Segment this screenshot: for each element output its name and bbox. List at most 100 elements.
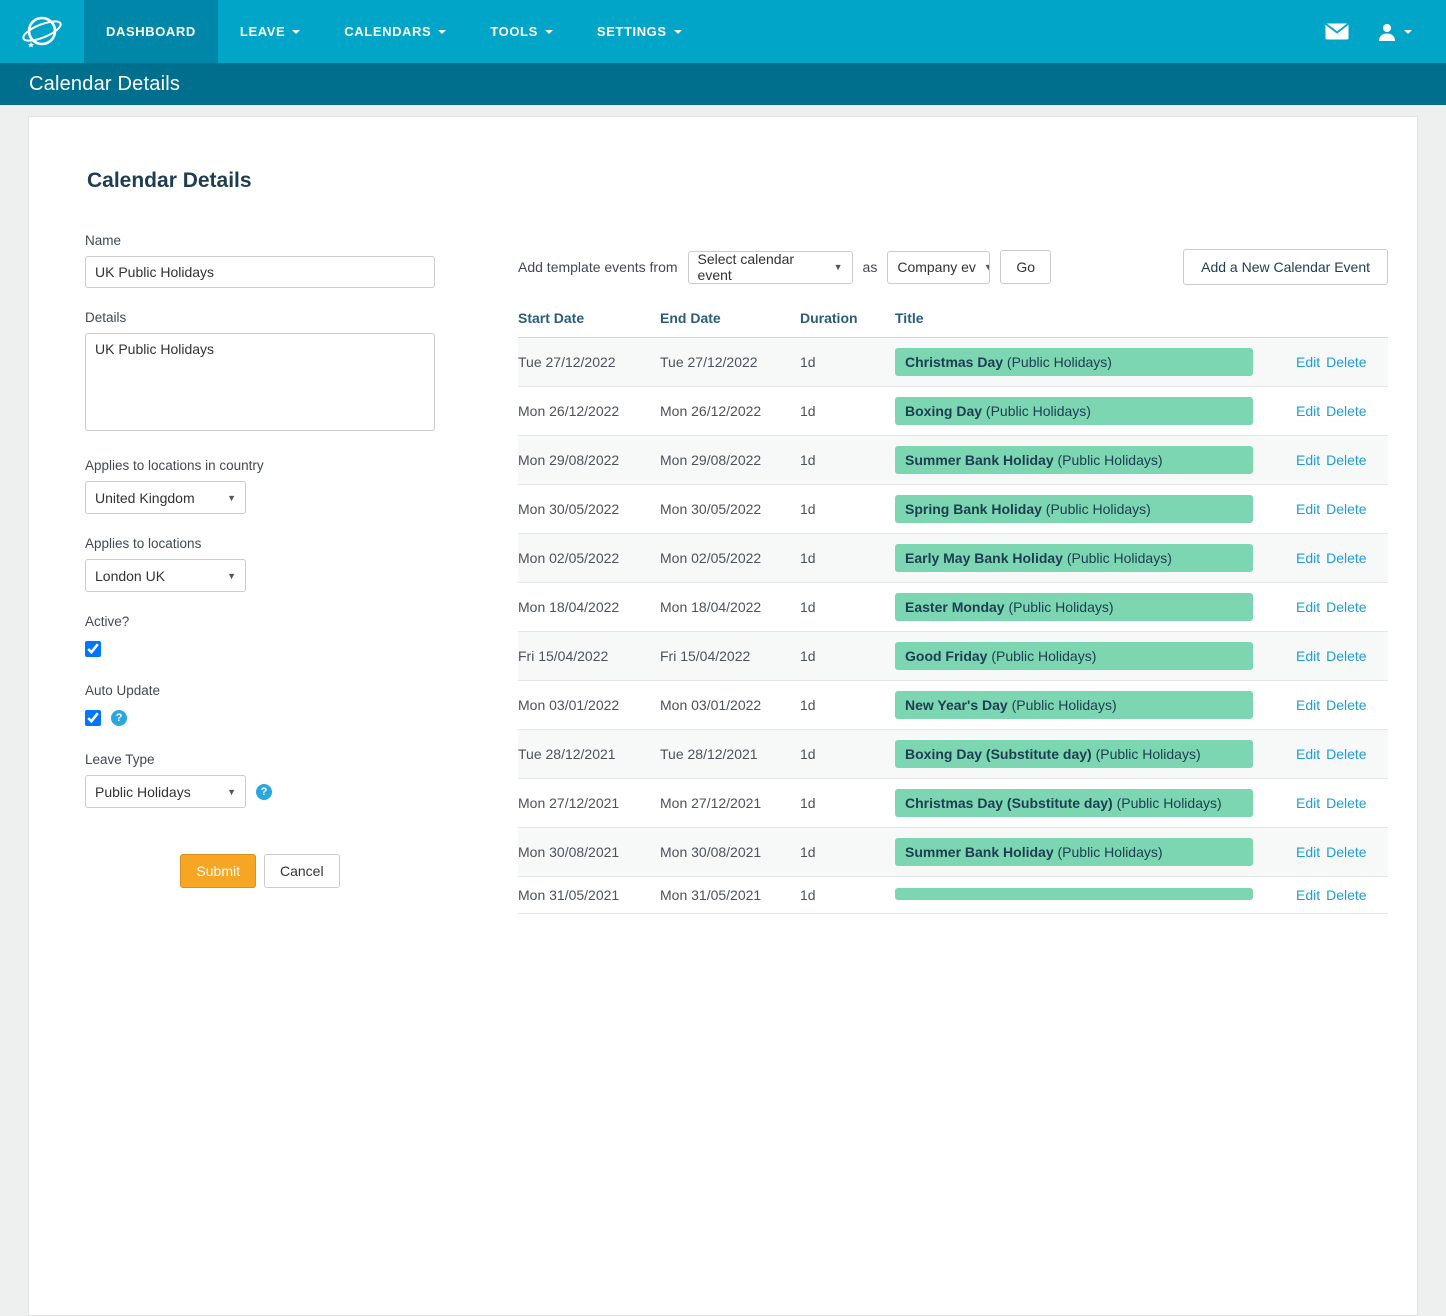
delete-link[interactable]: Delete <box>1326 501 1366 517</box>
delete-link[interactable]: Delete <box>1326 887 1366 903</box>
end-date-header: End Date <box>660 301 800 338</box>
help-icon[interactable]: ? <box>111 710 127 726</box>
event-duration: 1d <box>800 681 895 730</box>
chevron-down-icon: ▼ <box>984 262 990 272</box>
event-end-date: Mon 26/12/2022 <box>660 387 800 436</box>
delete-link[interactable]: Delete <box>1326 550 1366 566</box>
events-panel: Add template events from Select calendar… <box>518 193 1388 914</box>
event-duration: 1d <box>800 534 895 583</box>
top-navigation: DASHBOARD LEAVECALENDARS TOOLS SETTINGS <box>0 0 1446 63</box>
event-end-date: Tue 27/12/2022 <box>660 338 800 387</box>
event-title-badge <box>895 888 1253 900</box>
event-title-cell: Christmas Day (Substitute day) (Public H… <box>895 779 1296 828</box>
add-new-calendar-event-button[interactable]: Add a New Calendar Event <box>1183 249 1388 285</box>
edit-link[interactable]: Edit <box>1296 844 1320 860</box>
event-category: (Public Holidays) <box>987 648 1096 664</box>
messages-icon[interactable] <box>1325 23 1349 40</box>
cancel-button[interactable]: Cancel <box>264 854 340 888</box>
event-title-cell: Easter Monday (Public Holidays) <box>895 583 1296 632</box>
edit-link[interactable]: Edit <box>1296 648 1320 664</box>
active-checkbox[interactable] <box>85 641 101 657</box>
event-title-cell: Spring Bank Holiday (Public Holidays) <box>895 485 1296 534</box>
edit-link[interactable]: Edit <box>1296 697 1320 713</box>
edit-link[interactable]: Edit <box>1296 746 1320 762</box>
nav-item-tools[interactable]: TOOLS <box>468 0 575 63</box>
event-start-date: Mon 03/01/2022 <box>518 681 660 730</box>
event-type-select[interactable]: Company ev ▼ <box>887 251 990 284</box>
delete-link[interactable]: Delete <box>1326 403 1366 419</box>
locations-select[interactable]: London UK ▼ <box>85 559 246 592</box>
user-menu[interactable] <box>1377 22 1412 42</box>
event-title: Good Friday <box>905 648 987 664</box>
event-start-date: Mon 29/08/2022 <box>518 436 660 485</box>
event-duration: 1d <box>800 730 895 779</box>
delete-link[interactable]: Delete <box>1326 354 1366 370</box>
event-title-cell: Boxing Day (Substitute day) (Public Holi… <box>895 730 1296 779</box>
edit-link[interactable]: Edit <box>1296 452 1320 468</box>
event-title: Summer Bank Holiday <box>905 452 1054 468</box>
nav-item-label: DASHBOARD <box>106 24 196 39</box>
delete-link[interactable]: Delete <box>1326 599 1366 615</box>
edit-link[interactable]: Edit <box>1296 795 1320 811</box>
delete-link[interactable]: Delete <box>1326 697 1366 713</box>
event-title: Summer Bank Holiday <box>905 844 1054 860</box>
app-logo[interactable] <box>0 0 84 63</box>
event-actions: Edit Delete <box>1296 583 1388 632</box>
event-title-cell <box>895 877 1296 914</box>
details-textarea[interactable]: UK Public Holidays <box>85 333 435 431</box>
event-actions: Edit Delete <box>1296 534 1388 583</box>
event-title-cell: New Year's Day (Public Holidays) <box>895 681 1296 730</box>
calendar-form: Name Details UK Public Holidays Applies … <box>85 193 435 914</box>
leave-type-select[interactable]: Public Holidays ▼ <box>85 775 246 808</box>
delete-link[interactable]: Delete <box>1326 795 1366 811</box>
help-icon[interactable]: ? <box>256 784 272 800</box>
nav-item-leave[interactable]: LEAVE <box>218 0 322 63</box>
event-start-date: Mon 26/12/2022 <box>518 387 660 436</box>
events-table-header-row: Start Date End Date Duration Title <box>518 301 1388 338</box>
delete-link[interactable]: Delete <box>1326 648 1366 664</box>
edit-link[interactable]: Edit <box>1296 403 1320 419</box>
chevron-down-icon <box>292 30 300 34</box>
edit-link[interactable]: Edit <box>1296 354 1320 370</box>
go-button[interactable]: Go <box>1000 250 1051 284</box>
event-actions: Edit Delete <box>1296 877 1388 914</box>
nav-item-settings[interactable]: SETTINGS <box>575 0 704 63</box>
edit-link[interactable]: Edit <box>1296 501 1320 517</box>
nav-item-calendars[interactable]: CALENDARS <box>322 0 468 63</box>
edit-link[interactable]: Edit <box>1296 550 1320 566</box>
edit-link[interactable]: Edit <box>1296 887 1320 903</box>
event-start-date: Tue 27/12/2022 <box>518 338 660 387</box>
name-input[interactable] <box>85 256 435 288</box>
event-title: Spring Bank Holiday <box>905 501 1042 517</box>
event-category: (Public Holidays) <box>1054 452 1163 468</box>
event-title-badge: Boxing Day (Substitute day) (Public Holi… <box>895 740 1253 768</box>
nav-item-label: TOOLS <box>490 24 538 39</box>
event-row: Mon 18/04/2022Mon 18/04/20221dEaster Mon… <box>518 583 1388 632</box>
edit-link[interactable]: Edit <box>1296 599 1320 615</box>
chevron-down-icon <box>545 30 553 34</box>
template-event-select-value: Select calendar event <box>698 251 826 283</box>
country-select[interactable]: United Kingdom ▼ <box>85 481 246 514</box>
event-row: Mon 27/12/2021Mon 27/12/20211dChristmas … <box>518 779 1388 828</box>
event-end-date: Mon 02/05/2022 <box>660 534 800 583</box>
event-duration: 1d <box>800 387 895 436</box>
nav-item-dashboard[interactable]: DASHBOARD <box>84 0 218 63</box>
delete-link[interactable]: Delete <box>1326 844 1366 860</box>
event-title: Boxing Day <box>905 403 982 419</box>
event-row: Mon 30/08/2021Mon 30/08/20211dSummer Ban… <box>518 828 1388 877</box>
template-event-select[interactable]: Select calendar event ▼ <box>688 251 853 284</box>
calendar-details-card: Calendar Details Name Details UK Public … <box>28 116 1418 1316</box>
submit-button[interactable]: Submit <box>180 854 256 888</box>
event-end-date: Mon 18/04/2022 <box>660 583 800 632</box>
event-row: Tue 28/12/2021Tue 28/12/20211dBoxing Day… <box>518 730 1388 779</box>
event-row: Tue 27/12/2022Tue 27/12/20221dChristmas … <box>518 338 1388 387</box>
chevron-down-icon: ▼ <box>834 262 843 272</box>
event-actions: Edit Delete <box>1296 779 1388 828</box>
name-label: Name <box>85 233 435 248</box>
details-label: Details <box>85 310 435 325</box>
event-duration: 1d <box>800 779 895 828</box>
delete-link[interactable]: Delete <box>1326 452 1366 468</box>
delete-link[interactable]: Delete <box>1326 746 1366 762</box>
auto-update-checkbox[interactable] <box>85 710 101 726</box>
event-end-date: Mon 31/05/2021 <box>660 877 800 914</box>
